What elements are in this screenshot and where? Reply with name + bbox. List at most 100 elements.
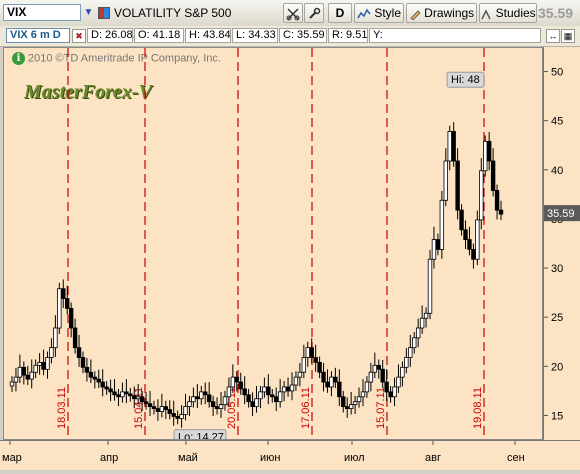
candle-body [431, 239, 437, 260]
crosshair-tool-button[interactable] [283, 3, 303, 23]
candle-body [270, 394, 275, 398]
candle-body [447, 131, 452, 162]
price-chart[interactable]: i 2010 ©TD Ameritrade IP Company, Inc. Ma… [3, 47, 543, 440]
candle-body [305, 347, 310, 358]
candle-body [155, 408, 161, 412]
candle-body [214, 406, 220, 409]
candle-body [396, 376, 401, 388]
symbol-dropdown-arrow-icon[interactable]: ▼ [82, 4, 95, 21]
candle-body [76, 347, 82, 358]
symbol-input[interactable]: VIX [3, 4, 81, 21]
candle-body [151, 406, 157, 409]
candle-body [124, 391, 129, 395]
candle-body [218, 404, 224, 409]
candle-body [400, 366, 405, 378]
candle-body [246, 394, 251, 403]
month-label: июл [344, 452, 365, 464]
candle-body [423, 312, 429, 319]
style-button-label: Style [374, 6, 402, 20]
candle-body [333, 376, 338, 383]
low-callout-label: Lo: 14.27 [178, 432, 224, 440]
candle-body [147, 403, 153, 408]
candle-body [65, 298, 70, 309]
candle-body [61, 288, 66, 299]
price-tick-label: 15 [551, 410, 563, 422]
candle-body [195, 396, 200, 400]
candle-body [100, 381, 105, 388]
studies-button[interactable]: Studies [479, 3, 537, 23]
last-price-display: 35.59 [538, 5, 574, 21]
candle-body [317, 361, 322, 373]
candle-body [37, 361, 42, 366]
high-callout-label: Hi: 48 [451, 74, 480, 86]
remove-series-icon[interactable]: ✖ [72, 29, 86, 43]
candle-body [360, 391, 366, 398]
candle-body [13, 376, 19, 383]
price-axis-labels: 152025303540455035.59 [544, 67, 580, 422]
candle-body [392, 386, 397, 398]
candle-body [254, 398, 259, 408]
candle-body [494, 190, 500, 211]
period-button[interactable]: D [328, 3, 352, 23]
month-label: июн [260, 452, 280, 464]
candle-body [41, 361, 46, 370]
candle-body [183, 406, 188, 415]
drawings-button[interactable]: Drawings [406, 3, 477, 23]
candle-body [17, 366, 23, 378]
candle-body [25, 374, 30, 380]
price-tick-label: 50 [551, 67, 563, 79]
candle-body [234, 376, 239, 383]
candle-body [281, 386, 287, 393]
candle-body [364, 381, 370, 393]
candle-body [206, 394, 212, 403]
candle-body [309, 347, 314, 358]
low-callout: Lo: 14.27 [173, 429, 227, 440]
style-button[interactable]: Style [354, 3, 404, 23]
bar-range: R: 9.51 [328, 28, 368, 43]
toolbar: VIX ▼ VOLATILITY S&P 500 D Style Drawing… [0, 0, 580, 27]
bar-date: D: 26.08.11 [87, 28, 147, 43]
candle-body [301, 357, 307, 373]
candle-body [132, 395, 137, 400]
price-tick-label: 25 [551, 312, 563, 324]
candle-body [451, 131, 456, 162]
candle-body [68, 307, 74, 329]
candle-body [285, 386, 291, 392]
candle-body [80, 357, 86, 368]
candle-body [356, 396, 362, 403]
candle-body [21, 366, 27, 376]
candle-body [274, 396, 279, 403]
current-price-label: 35.59 [547, 208, 575, 220]
month-label: май [178, 452, 198, 464]
candle-body [475, 219, 480, 260]
add-panel-icon[interactable]: ▦ [561, 29, 575, 43]
series-label[interactable]: VIX 6 m D [6, 28, 70, 43]
candle-body [483, 140, 488, 172]
candle-body [337, 381, 342, 398]
expand-icon[interactable]: ↔ [546, 29, 560, 43]
candle-body [467, 239, 472, 250]
candle-body [187, 401, 192, 408]
candle-body [72, 327, 78, 349]
candle-body [88, 371, 94, 378]
symbol-link-icon[interactable] [98, 7, 110, 19]
drawings-button-label: Drawings [424, 6, 475, 20]
price-axis[interactable]: 152025303540455035.59 [543, 47, 580, 440]
candle-body [459, 209, 464, 231]
candle-body [45, 357, 50, 370]
time-axis[interactable]: мар апр май июн июл авг сен [0, 440, 580, 470]
candle-body [368, 371, 374, 383]
month-label: мар [2, 452, 22, 464]
candle-body [29, 371, 34, 380]
candle-body [321, 371, 326, 383]
bar-low: L: 34.33 [232, 28, 278, 43]
candle-body [92, 376, 98, 380]
candle-body [242, 388, 247, 396]
candle-body [293, 376, 299, 386]
settings-tool-button[interactable] [304, 3, 324, 23]
candle-body [345, 406, 350, 409]
candle-body [372, 364, 378, 373]
candle-body [191, 396, 196, 403]
candle-body [486, 140, 492, 162]
bar-high: H: 43.84 [185, 28, 231, 43]
